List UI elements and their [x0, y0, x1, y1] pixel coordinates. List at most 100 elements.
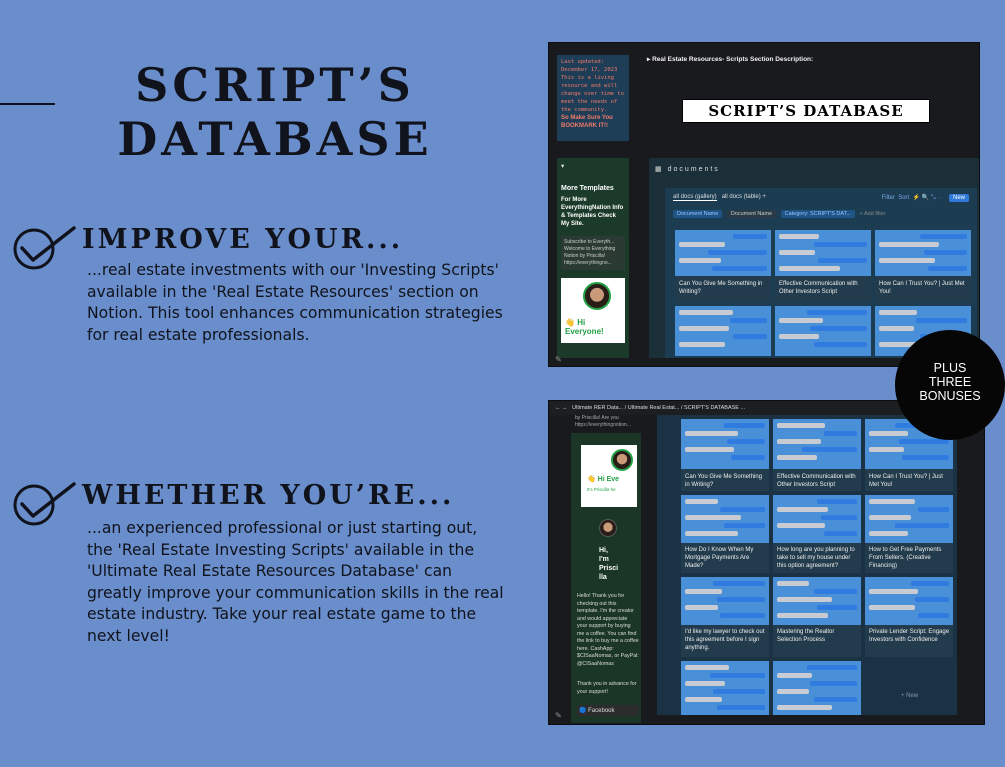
- breadcrumb-item[interactable]: SCRIPT'S DATABASE ...: [684, 405, 745, 411]
- sort-button[interactable]: Sort: [898, 195, 909, 201]
- subscribe-line: Welcome to Everything: [564, 246, 616, 252]
- message-bubble: [685, 515, 742, 520]
- card-thumbnail: [681, 577, 769, 625]
- back-arrow-icon[interactable]: ←: [555, 405, 561, 411]
- avatar-small: [599, 519, 617, 537]
- filter-button[interactable]: Filter: [882, 195, 895, 201]
- facebook-link[interactable]: 🔵 Facebook: [577, 705, 639, 716]
- support-thanks: Thank you in advance for your support!: [577, 681, 637, 695]
- message-bubble: [777, 523, 825, 528]
- card-thumbnail: [773, 661, 861, 715]
- greeting-subtext: It's Priscilla he: [587, 487, 616, 492]
- subscribe-title: Subscribe to Everyth...: [564, 239, 615, 245]
- card-title: Mastering the Realtor Selection Process: [777, 629, 835, 643]
- card-title: Private Lender Script: Engage Investors …: [869, 629, 950, 643]
- templates-sidebar: ▾ More Templates For More EverythingNati…: [557, 158, 629, 358]
- message-bubble: [813, 697, 857, 702]
- edit-icon[interactable]: ✎: [555, 711, 562, 720]
- forward-arrow-icon[interactable]: →: [562, 405, 568, 411]
- gallery-card[interactable]: Can You Give Me Something in Writing?: [681, 419, 769, 491]
- message-bubble: [777, 613, 829, 618]
- gallery-card[interactable]: [675, 306, 771, 356]
- message-bubble: [777, 673, 813, 678]
- message-bubble: [730, 455, 765, 460]
- message-bubble: [895, 523, 949, 528]
- message-bubble: [869, 531, 908, 536]
- gallery-card[interactable]: Effective Communication with Other Inves…: [773, 419, 861, 491]
- scripts-gallery: Can You Give Me Something in Writing? Ef…: [657, 415, 957, 715]
- snippet-line[interactable]: https://everythingnotion...: [575, 422, 631, 429]
- gallery-card[interactable]: How Do I Know When My Mortgage Payments …: [681, 495, 769, 573]
- notice-line: December 17, 2023: [561, 67, 618, 73]
- filter-bar: Document Name Document Name Category: SC…: [673, 210, 886, 218]
- message-bubble: [879, 258, 935, 263]
- message-bubble: [723, 423, 765, 428]
- card-thumbnail: [773, 419, 861, 469]
- gallery-card[interactable]: How long are you planning to take to sel…: [773, 495, 861, 573]
- message-bubble: [679, 326, 729, 331]
- message-bubble: [685, 605, 719, 610]
- gallery-card[interactable]: [773, 661, 861, 715]
- new-button[interactable]: New: [948, 194, 969, 202]
- gallery-card[interactable]: Effective Communication with Other Inves…: [775, 230, 871, 302]
- message-bubble: [869, 605, 915, 610]
- decorative-rule: [0, 103, 55, 105]
- filter-chip[interactable]: Document Name: [673, 210, 723, 218]
- greeting-text: Hi Eve: [597, 476, 620, 483]
- bonus-badge: PLUS THREE BONUSES: [895, 330, 1005, 440]
- message-bubble: [810, 326, 867, 331]
- add-new-card[interactable]: + New: [901, 693, 918, 699]
- message-bubble: [685, 447, 735, 452]
- gallery-card[interactable]: [681, 661, 769, 715]
- card-thumbnail: [681, 661, 769, 715]
- card-title: How Do I Know When My Mortgage Payments …: [685, 547, 754, 569]
- subscribe-link[interactable]: https://everythingno...: [564, 260, 622, 267]
- collapse-toggle-icon[interactable]: ▾: [561, 162, 625, 171]
- gallery-card[interactable]: Can You Give Me Something in Writing?: [675, 230, 771, 302]
- edit-icon[interactable]: ✎: [555, 355, 562, 364]
- feature-line: greatly improve your communication skill…: [87, 583, 504, 602]
- message-bubble: [685, 431, 738, 436]
- card-thumbnail: [865, 577, 953, 625]
- page-title: SCRIPT’S DATABASE: [100, 58, 450, 166]
- message-bubble: [801, 447, 857, 452]
- bonus-line: PLUS: [933, 361, 967, 375]
- card-title: I'd like my lawyer to check out this agr…: [685, 629, 765, 651]
- message-bubble: [918, 613, 949, 618]
- tab-gallery[interactable]: all docs (gallery): [673, 194, 717, 201]
- documents-database: ▦ documents all docs (gallery) all docs …: [649, 158, 979, 358]
- message-bubble: [685, 499, 719, 504]
- subscribe-embed[interactable]: Subscribe to Everyth... Welcome to Every…: [561, 236, 625, 270]
- gallery-card[interactable]: How to Get Free Payments From Sellers. (…: [865, 495, 953, 573]
- feature-body-whether: ...an experienced professional or just s…: [87, 518, 504, 647]
- gallery-card[interactable]: [775, 306, 871, 356]
- section-toggle[interactable]: ▸ Real Estate Resources- Scripts Section…: [647, 55, 813, 63]
- title-line-1: SCRIPT’S: [135, 58, 415, 112]
- card-title: How to Get Free Payments From Sellers. (…: [869, 547, 942, 569]
- breadcrumb-item[interactable]: Ultimate Real Estat...: [628, 405, 680, 411]
- gallery-card[interactable]: Mastering the Realtor Selection Process: [773, 577, 861, 657]
- message-bubble: [914, 597, 949, 602]
- message-bubble: [779, 318, 824, 323]
- notice-line: This is a living: [561, 75, 614, 81]
- gallery-card[interactable]: I'd like my lawyer to check out this agr…: [681, 577, 769, 657]
- filter-chip[interactable]: Category: SCRIPT'S DAT...: [780, 210, 855, 218]
- hi-line: lla: [599, 574, 607, 581]
- message-bubble: [720, 613, 765, 618]
- message-bubble: [777, 705, 832, 710]
- feature-line: next level!: [87, 626, 170, 645]
- filter-chip[interactable]: Document Name: [726, 210, 777, 218]
- gallery-card[interactable]: Private Lender Script: Engage Investors …: [865, 577, 953, 657]
- message-bubble: [814, 242, 867, 247]
- add-filter-button[interactable]: + Add filter: [860, 211, 886, 217]
- gallery-card[interactable]: How Can I Trust You? | Just Met You!: [875, 230, 971, 302]
- card-title: Effective Communication with Other Inves…: [777, 474, 856, 488]
- tab-table[interactable]: all docs (table): [722, 194, 761, 200]
- message-bubble: [729, 318, 767, 323]
- notice-line: change over time to: [561, 91, 624, 97]
- message-bubble: [869, 515, 912, 520]
- hi-line: Prisci: [599, 565, 619, 572]
- breadcrumb-item[interactable]: Ultimate RER Data...: [572, 405, 623, 411]
- message-bubble: [777, 689, 809, 694]
- hi-line: Hi,: [599, 547, 608, 554]
